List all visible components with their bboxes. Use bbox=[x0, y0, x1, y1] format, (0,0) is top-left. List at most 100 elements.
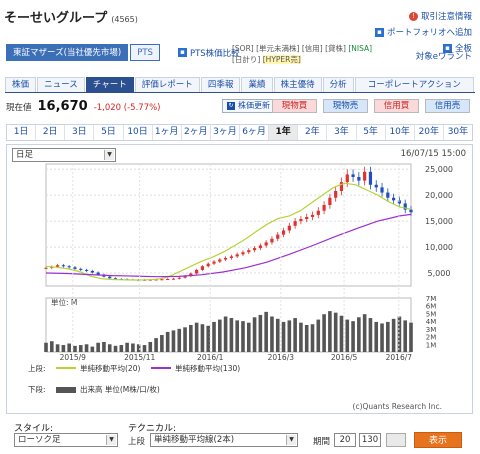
period-15-button[interactable]: 30年 bbox=[444, 125, 472, 140]
volume-bar bbox=[160, 335, 164, 352]
legend-volume-swatch bbox=[56, 387, 76, 393]
period-11-button[interactable]: 3年 bbox=[327, 125, 357, 140]
volume-bar bbox=[206, 325, 211, 352]
volume-bar bbox=[264, 311, 268, 352]
volume-bar bbox=[333, 312, 338, 352]
market-tse-mothers-button[interactable]: 東証マザーズ(当社優先市場) bbox=[6, 44, 129, 61]
period-3-button[interactable]: 5日 bbox=[94, 125, 124, 140]
period-7-button[interactable]: 3ヶ月 bbox=[211, 125, 240, 140]
technical-select[interactable]: 単純移動平均線(2本) ▼ bbox=[150, 433, 298, 447]
main-tabs: 株価 ニュース チャート 評価レポート 四季報 業績 株主優待 分析 コーポレー… bbox=[5, 77, 475, 93]
period-10-button[interactable]: 2年 bbox=[298, 125, 328, 140]
candle-body bbox=[258, 245, 262, 249]
tab-benefits[interactable]: 株主優待 bbox=[273, 77, 322, 92]
period-12-button[interactable]: 5年 bbox=[357, 125, 386, 140]
volume-bar bbox=[102, 341, 106, 352]
candle-body bbox=[160, 279, 164, 281]
period-selector: 1日 2日 3日 5日 10日 1ヶ月 2ヶ月 3ヶ月 6ヶ月 1年 2年 3年 5年 10年 20年 30年 bbox=[6, 124, 473, 141]
trade-tags: [SOR] [単元未満株] [信用] [貸株] [NISA] [日計り] [HY… bbox=[232, 43, 372, 65]
candle-body bbox=[345, 174, 349, 183]
period-8-button[interactable]: 6ヶ月 bbox=[240, 125, 270, 140]
candle-body bbox=[264, 242, 268, 246]
candle-body bbox=[305, 216, 309, 220]
tab-corporate-action[interactable]: コーポレートアクション bbox=[354, 77, 474, 92]
candle-body bbox=[322, 205, 326, 211]
volume-bar bbox=[55, 344, 60, 352]
volume-bar bbox=[96, 342, 100, 352]
period-0-button[interactable]: 1日 bbox=[7, 125, 37, 140]
period-1-button[interactable]: 2日 bbox=[36, 125, 66, 140]
volume-plot-area bbox=[45, 297, 412, 353]
candle-body bbox=[357, 176, 361, 181]
period-6-button[interactable]: 2ヶ月 bbox=[182, 125, 211, 140]
candle-body bbox=[287, 225, 291, 231]
period-5-button[interactable]: 1ヶ月 bbox=[153, 125, 182, 140]
candle-body bbox=[79, 268, 83, 270]
tab-chart[interactable]: チャート bbox=[85, 77, 134, 92]
show-button[interactable]: 表示 bbox=[414, 432, 462, 448]
ma-period-3-input[interactable] bbox=[386, 433, 406, 447]
ma-period-2-input[interactable]: 130 bbox=[359, 433, 381, 447]
cash-sell-button[interactable]: 現物売 bbox=[323, 99, 368, 113]
tag-sor: [SOR] bbox=[232, 44, 254, 53]
volume-bar bbox=[252, 317, 257, 352]
folder-icon: ▪ bbox=[374, 27, 384, 37]
candle-body bbox=[212, 261, 216, 264]
price-tick-label: 20,000 bbox=[425, 191, 453, 200]
company-name: そーせいグループ bbox=[4, 11, 108, 26]
add-portfolio-link[interactable]: ▪ ポートフォリオへ追加 bbox=[374, 26, 472, 38]
tag-margin: [信用] bbox=[301, 44, 323, 53]
candle-body bbox=[351, 174, 355, 177]
volume-bar bbox=[183, 327, 187, 352]
candle-body bbox=[310, 214, 315, 217]
period-2-button[interactable]: 3日 bbox=[65, 125, 95, 140]
period-9-button[interactable]: 1年 bbox=[269, 125, 299, 140]
volume-bar bbox=[49, 341, 54, 352]
candle-body bbox=[166, 278, 170, 280]
margin-sell-button[interactable]: 信用売 bbox=[425, 99, 470, 113]
candle-body bbox=[44, 267, 48, 269]
period-4-button[interactable]: 10日 bbox=[124, 125, 153, 140]
period-13-button[interactable]: 10年 bbox=[386, 125, 415, 140]
chart-style-select[interactable]: ローソク足 ▼ bbox=[14, 433, 118, 447]
x-tick-label: 2016/1 bbox=[197, 353, 224, 362]
tab-news[interactable]: ニュース bbox=[37, 77, 85, 92]
candle-body bbox=[281, 230, 286, 235]
margin-buy-button[interactable]: 信用買 bbox=[374, 99, 419, 113]
ma-period-1-input[interactable]: 20 bbox=[334, 433, 356, 447]
price-tick-label: 25,000 bbox=[425, 165, 453, 174]
volume-bar bbox=[229, 318, 234, 352]
volume-bar bbox=[275, 318, 280, 352]
alert-icon: ! bbox=[408, 11, 418, 21]
candle-body bbox=[293, 221, 297, 226]
volume-bar bbox=[235, 320, 239, 352]
market-pts-button[interactable]: PTS bbox=[130, 44, 160, 61]
tab-price[interactable]: 株価 bbox=[5, 77, 37, 92]
tab-earnings[interactable]: 業績 bbox=[241, 77, 273, 92]
candle-body bbox=[61, 265, 65, 267]
candle-body bbox=[409, 209, 413, 213]
chart-style-value: ローソク足 bbox=[18, 435, 61, 445]
ewarrant-link[interactable]: 対象eワラント bbox=[416, 50, 472, 62]
market-selector: 東証マザーズ(当社優先市場) PTS ▪ PTS株価比較 bbox=[6, 44, 240, 61]
volume-bar bbox=[293, 318, 297, 352]
chart-copyright: (c)Quants Research Inc. bbox=[352, 402, 442, 411]
volume-bar bbox=[154, 338, 158, 352]
candle-body bbox=[84, 269, 89, 271]
candle-body bbox=[171, 278, 176, 280]
cash-buy-button[interactable]: 現物買 bbox=[272, 99, 317, 113]
candle-body bbox=[206, 263, 210, 267]
pts-compare-link[interactable]: ▪ PTS株価比較 bbox=[177, 47, 240, 59]
x-tick-label: 2016/3 bbox=[268, 353, 295, 362]
tab-analysis[interactable]: 分析 bbox=[322, 77, 354, 92]
tab-shikiho[interactable]: 四季報 bbox=[200, 77, 241, 92]
candle-body bbox=[195, 269, 199, 274]
caution-info-link[interactable]: ! 取引注意情報 bbox=[408, 10, 472, 22]
tab-report[interactable]: 評価レポート bbox=[134, 77, 200, 92]
period-14-button[interactable]: 20年 bbox=[415, 125, 444, 140]
refresh-price-button[interactable]: ↻ 株価更新 bbox=[222, 99, 275, 113]
volume-bar bbox=[90, 346, 95, 352]
price-value: 16,670 bbox=[37, 99, 88, 114]
candle-body bbox=[397, 200, 402, 204]
candle-body bbox=[334, 190, 338, 198]
